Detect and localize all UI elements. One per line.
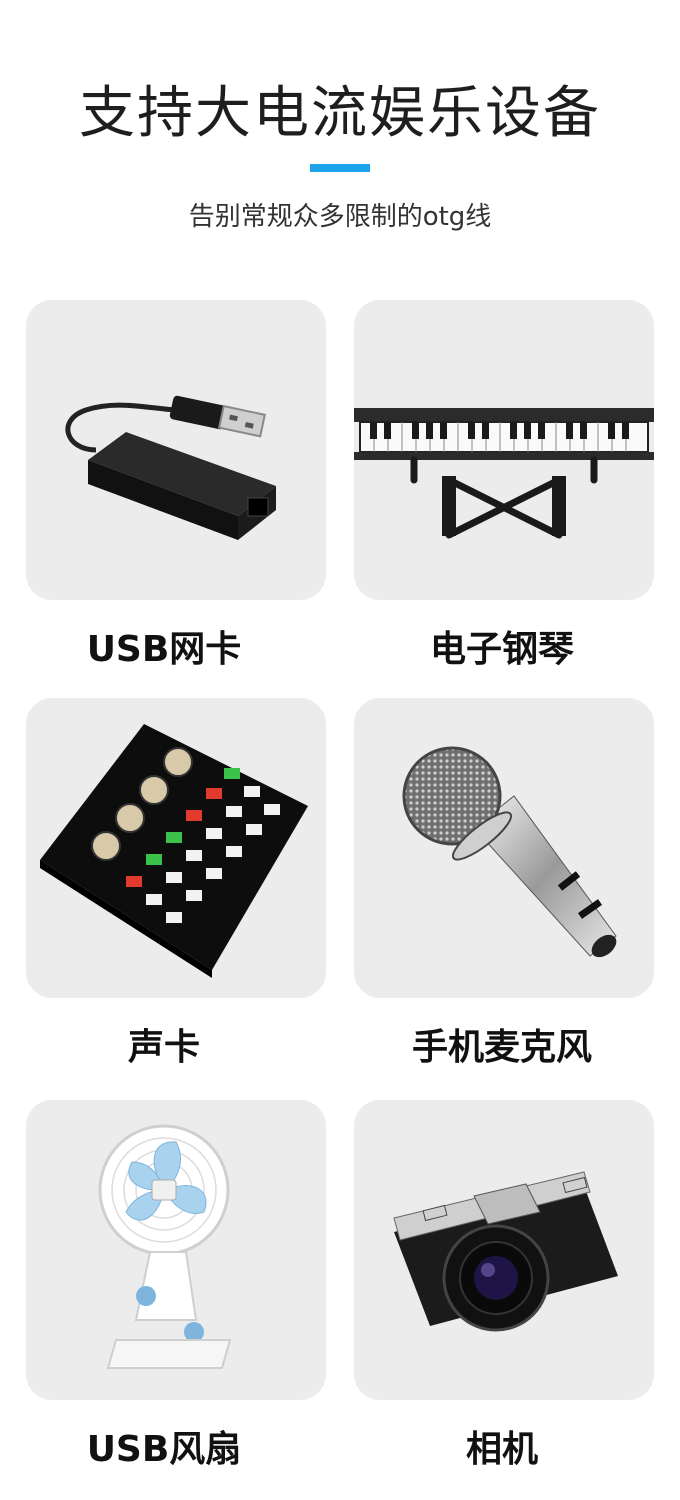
device-card-usb-ethernet bbox=[26, 300, 326, 600]
device-label-usb-ethernet: USB网卡 bbox=[86, 629, 242, 670]
device-label-sound-card: 声卡 bbox=[127, 1027, 200, 1068]
usb-fan-icon bbox=[98, 1124, 232, 1369]
usb-ethernet-adapter-icon bbox=[65, 395, 276, 540]
electronic-piano-icon bbox=[354, 408, 654, 539]
device-card-piano bbox=[354, 300, 654, 600]
page-title: 支持大电流娱乐设备 bbox=[79, 81, 601, 146]
device-label-usb-fan: USB风扇 bbox=[86, 1429, 242, 1470]
microphone-icon bbox=[402, 746, 617, 958]
device-label-microphone: 手机麦克风 bbox=[411, 1027, 592, 1068]
device-label-piano: 电子钢琴 bbox=[429, 629, 574, 670]
device-label-camera: 相机 bbox=[465, 1429, 538, 1470]
page-subtitle: 告别常规众多限制的otg线 bbox=[188, 202, 492, 232]
device-card-usb-fan bbox=[26, 1100, 326, 1400]
device-card-camera bbox=[354, 1100, 654, 1400]
sound-card-icon bbox=[40, 724, 308, 978]
camera-icon bbox=[393, 1171, 618, 1332]
title-accent-bar bbox=[310, 164, 370, 172]
device-card-microphone bbox=[354, 698, 654, 998]
device-card-sound-card bbox=[26, 698, 326, 998]
